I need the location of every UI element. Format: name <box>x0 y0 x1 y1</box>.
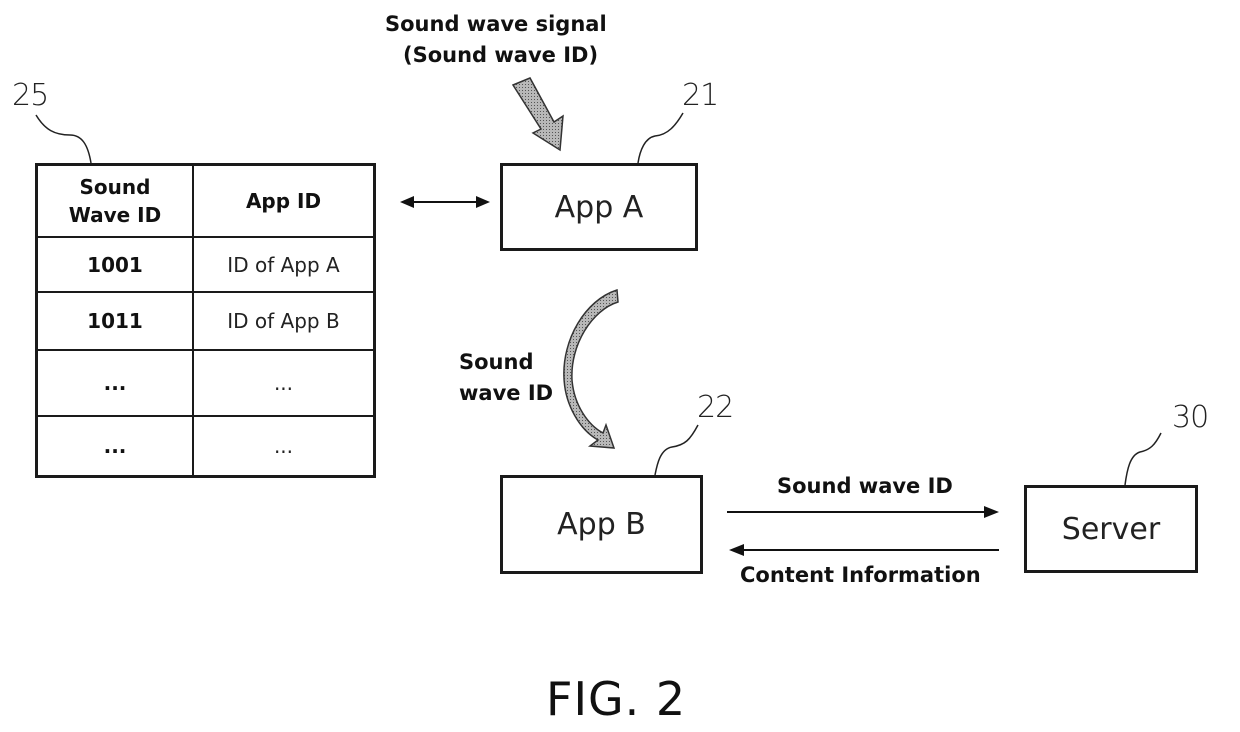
leader-line-25 <box>35 114 92 164</box>
leader-line-30 <box>1124 432 1162 486</box>
incoming-signal-arrow-icon <box>511 77 564 152</box>
leader-line-22 <box>654 424 699 476</box>
transfer-curved-arrow-icon <box>563 289 619 449</box>
to-server-arrowhead-icon <box>984 506 999 518</box>
figure-caption: FIG. 2 <box>546 672 687 726</box>
from-server-arrowhead-icon <box>729 544 744 556</box>
arrowhead-left-icon <box>400 196 414 208</box>
arrowhead-right-icon <box>476 196 490 208</box>
leader-line-21 <box>637 112 684 164</box>
connectors-layer <box>35 77 1162 556</box>
